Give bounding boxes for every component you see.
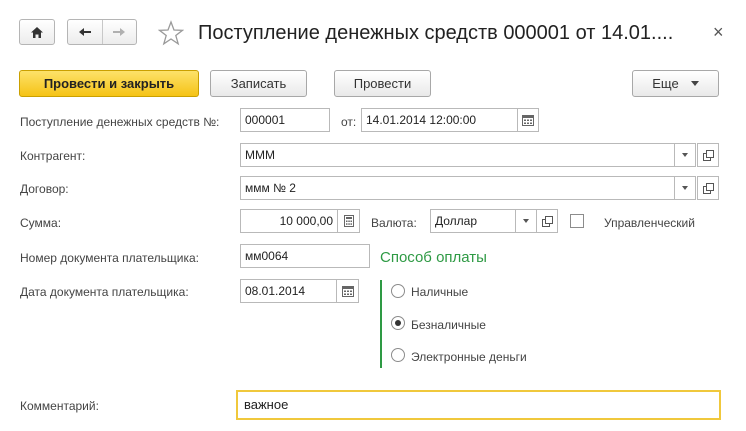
counterparty-open-button[interactable] [697, 143, 719, 167]
comment-label: Комментарий: [20, 399, 99, 413]
post-button[interactable]: Провести [334, 70, 431, 97]
arrow-left-icon [78, 28, 91, 36]
close-icon[interactable]: × [713, 20, 724, 44]
contract-label: Договор: [20, 182, 69, 196]
calculator-icon [343, 215, 354, 227]
doc-number-label: Поступление денежных средств №: [20, 115, 220, 129]
open-window-icon [541, 215, 553, 227]
home-button[interactable] [19, 19, 55, 45]
managerial-label: Управленческий [604, 216, 695, 230]
payer-doc-number-label: Номер документа плательщика: [20, 251, 200, 265]
forward-button[interactable] [101, 20, 136, 44]
back-button[interactable] [68, 20, 102, 44]
contract-field[interactable]: ммм № 2 [240, 176, 675, 200]
date-label: от: [341, 115, 357, 129]
open-window-icon [702, 149, 714, 161]
calendar-icon [341, 285, 354, 297]
contract-open-button[interactable] [697, 176, 719, 200]
open-window-icon [702, 182, 714, 194]
payer-doc-date-label: Дата документа плательщика: [20, 285, 189, 299]
counterparty-label: Контрагент: [20, 149, 86, 163]
counterparty-dropdown-button[interactable] [674, 143, 696, 167]
save-button[interactable]: Записать [210, 70, 307, 97]
managerial-checkbox[interactable] [570, 214, 584, 228]
payer-doc-number-field[interactable]: мм0064 [240, 244, 370, 268]
amount-calculator-button[interactable] [337, 209, 360, 233]
contract-dropdown-button[interactable] [674, 176, 696, 200]
date-calendar-button[interactable] [517, 108, 539, 132]
calendar-icon [522, 114, 534, 126]
more-button-label: Еще [652, 76, 679, 91]
date-field[interactable]: 14.01.2014 12:00:00 [361, 108, 518, 132]
currency-dropdown-button[interactable] [515, 209, 537, 233]
home-icon [31, 26, 43, 38]
payment-method-radio-cash[interactable] [391, 284, 405, 298]
chevron-down-icon [682, 186, 688, 190]
favorite-star-button[interactable] [157, 20, 185, 46]
payment-method-label-cash: Наличные [411, 285, 469, 299]
more-button[interactable]: Еще [632, 70, 719, 97]
post-and-close-button[interactable]: Провести и закрыть [19, 70, 199, 97]
currency-open-button[interactable] [536, 209, 558, 233]
payment-method-radio-noncash[interactable] [391, 316, 405, 330]
amount-label: Сумма: [20, 216, 62, 230]
payer-doc-date-field[interactable]: 08.01.2014 [240, 279, 337, 303]
payer-doc-date-calendar-button[interactable] [336, 279, 359, 303]
chevron-down-icon [690, 81, 699, 86]
chevron-down-icon [523, 219, 529, 223]
payment-method-title: Способ оплаты [380, 249, 487, 266]
comment-field[interactable]: важное [236, 390, 721, 420]
payment-method-radio-emoney[interactable] [391, 348, 405, 362]
history-navigation [67, 19, 137, 45]
chevron-down-icon [682, 153, 688, 157]
arrow-right-icon [113, 28, 126, 36]
payment-method-label-noncash: Безналичные [411, 318, 486, 332]
currency-field[interactable]: Доллар [430, 209, 516, 233]
payment-method-label-emoney: Электронные деньги [411, 350, 527, 364]
radio-selected-dot [395, 320, 401, 326]
currency-label: Валюта: [371, 216, 417, 230]
counterparty-field[interactable]: МММ [240, 143, 675, 167]
doc-number-field[interactable]: 000001 [240, 108, 330, 132]
star-icon [157, 20, 185, 46]
window-title: Поступление денежных средств 000001 от 1… [198, 22, 674, 44]
payment-method-divider [380, 280, 382, 368]
